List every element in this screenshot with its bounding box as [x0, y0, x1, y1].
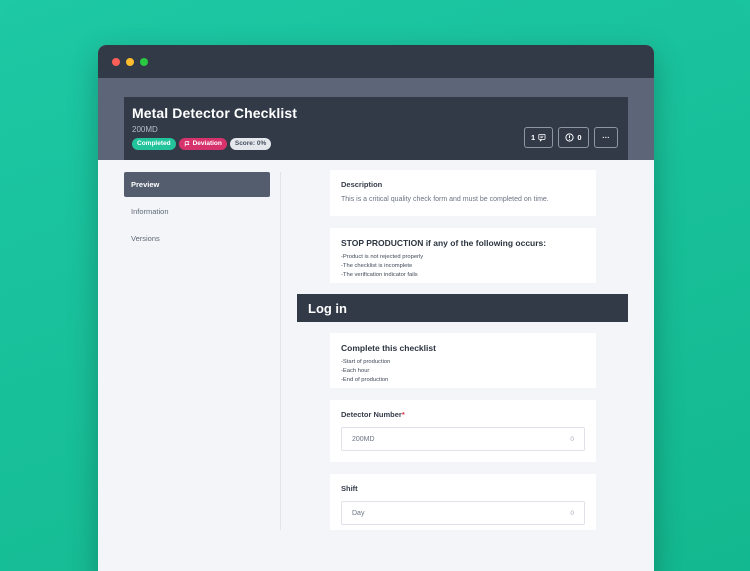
section-title-login: Log in	[297, 294, 628, 322]
sidebar-item-preview[interactable]: Preview	[124, 172, 270, 197]
description-label: Description	[341, 180, 383, 189]
deviation-badge: Deviation	[178, 138, 227, 150]
list-item: -Product is not rejected properly	[341, 254, 424, 260]
list-item: -Each hour	[341, 368, 370, 374]
score-badge-label: Score: 0%	[234, 140, 267, 147]
comments-count: 1	[531, 133, 536, 142]
complete-checklist-heading: Complete this checklist	[341, 343, 436, 353]
character-count: 0	[570, 435, 574, 443]
complete-checklist-list: -Start of production -Each hour -End of …	[341, 358, 585, 385]
sidebar-item-versions[interactable]: Versions	[124, 226, 270, 251]
detector-number-value: 200MD	[352, 435, 375, 443]
shift-card: Shift Day 0	[330, 474, 596, 530]
score-badge: Score: 0%	[229, 138, 272, 150]
minimize-window-dot[interactable]	[126, 57, 134, 66]
description-text: This is a critical quality check form an…	[341, 196, 549, 203]
checklist-header: Metal Detector Checklist 200MD Completed…	[124, 97, 628, 160]
detector-number-card: Detector Number* 200MD 0	[330, 400, 596, 462]
shift-label: Shift	[341, 484, 358, 493]
list-item: -The verification indicator fails	[341, 272, 418, 278]
character-count: 0	[570, 509, 574, 517]
description-card: Description This is a critical quality c…	[330, 170, 596, 216]
detector-number-label: Detector Number*	[341, 410, 585, 419]
more-options-button[interactable]: ···	[594, 127, 618, 148]
stop-production-list: -Product is not rejected properly -The c…	[341, 253, 585, 280]
list-item: -Start of production	[341, 359, 391, 365]
sidebar-item-label: Versions	[131, 234, 160, 243]
sidebar-item-information[interactable]: Information	[124, 199, 270, 224]
shift-field[interactable]: Day 0	[341, 501, 585, 525]
page-title: Metal Detector Checklist	[132, 105, 298, 121]
comment-icon	[538, 133, 546, 142]
app-window: Metal Detector Checklist 200MD Completed…	[98, 45, 654, 571]
list-item: -The checklist is incomplete	[341, 263, 413, 269]
deviation-badge-label: Deviation	[192, 140, 222, 147]
header-band: Metal Detector Checklist 200MD Completed…	[98, 78, 654, 160]
flag-icon	[184, 141, 190, 147]
sidebar: Preview Information Versions	[124, 172, 270, 253]
detector-number-label-text: Detector Number	[341, 410, 402, 419]
shift-value: Day	[352, 509, 365, 517]
completed-badge-label: Completed	[137, 140, 171, 147]
completed-badge: Completed	[132, 138, 176, 150]
detector-number-field[interactable]: 200MD 0	[341, 427, 585, 451]
sidebar-item-label: Preview	[131, 180, 160, 189]
header-actions: 1 0 ···	[524, 127, 618, 148]
comments-button[interactable]: 1	[524, 127, 553, 148]
maximize-window-dot[interactable]	[140, 57, 148, 66]
complete-checklist-card: Complete this checklist -Start of produc…	[330, 333, 596, 388]
window-titlebar	[98, 45, 654, 78]
sidebar-divider	[280, 172, 281, 530]
stop-production-heading: STOP PRODUCTION if any of the following …	[341, 238, 547, 248]
alerts-count: 0	[577, 133, 582, 142]
list-item: -End of production	[341, 377, 389, 383]
main-content: Preview Information Versions Description…	[98, 160, 654, 571]
alert-icon	[565, 133, 575, 142]
close-window-dot[interactable]	[112, 57, 120, 66]
stop-production-card: STOP PRODUCTION if any of the following …	[330, 228, 596, 283]
alerts-button[interactable]: 0	[558, 127, 589, 148]
required-mark: *	[401, 410, 405, 419]
sidebar-item-label: Information	[131, 207, 169, 216]
more-icon: ···	[602, 133, 610, 142]
